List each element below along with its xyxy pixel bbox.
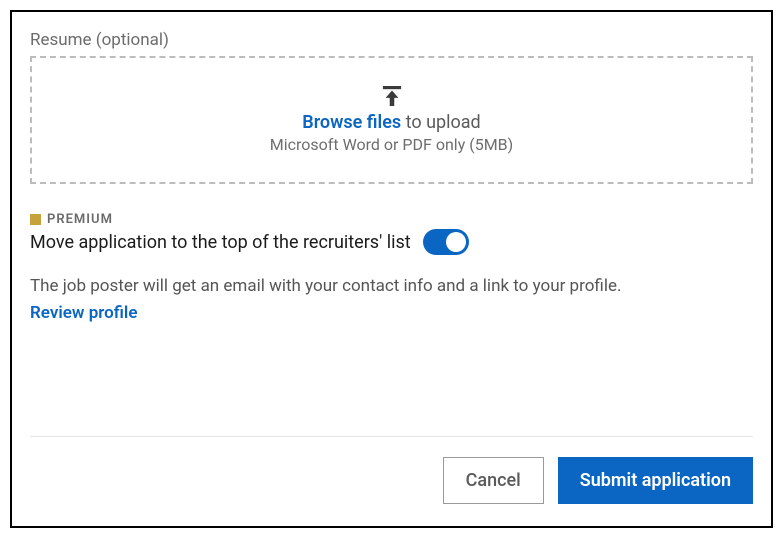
browse-line: Browse files to upload — [302, 112, 480, 133]
upload-hint: Microsoft Word or PDF only (5MB) — [270, 135, 513, 154]
footer: Cancel Submit application — [30, 436, 753, 526]
move-to-top-toggle[interactable] — [423, 229, 469, 255]
premium-row: PREMIUM — [30, 212, 753, 227]
upload-icon — [381, 86, 403, 106]
feature-row: Move application to the top of the recru… — [30, 229, 753, 255]
premium-badge-icon — [30, 214, 41, 225]
browse-files-link[interactable]: Browse files — [302, 112, 401, 133]
toggle-knob — [446, 232, 466, 252]
resume-label: Resume (optional) — [30, 30, 753, 50]
submit-button[interactable]: Submit application — [558, 457, 753, 504]
premium-label: PREMIUM — [47, 212, 113, 227]
application-modal: Resume (optional) Browse files to upload… — [10, 10, 773, 528]
info-text: The job poster will get an email with yo… — [30, 275, 753, 299]
cancel-button[interactable]: Cancel — [443, 457, 544, 504]
upload-suffix: to upload — [401, 112, 481, 133]
review-profile-link[interactable]: Review profile — [30, 303, 753, 323]
move-to-top-label: Move application to the top of the recru… — [30, 232, 411, 253]
resume-dropzone[interactable]: Browse files to upload Microsoft Word or… — [30, 56, 753, 184]
